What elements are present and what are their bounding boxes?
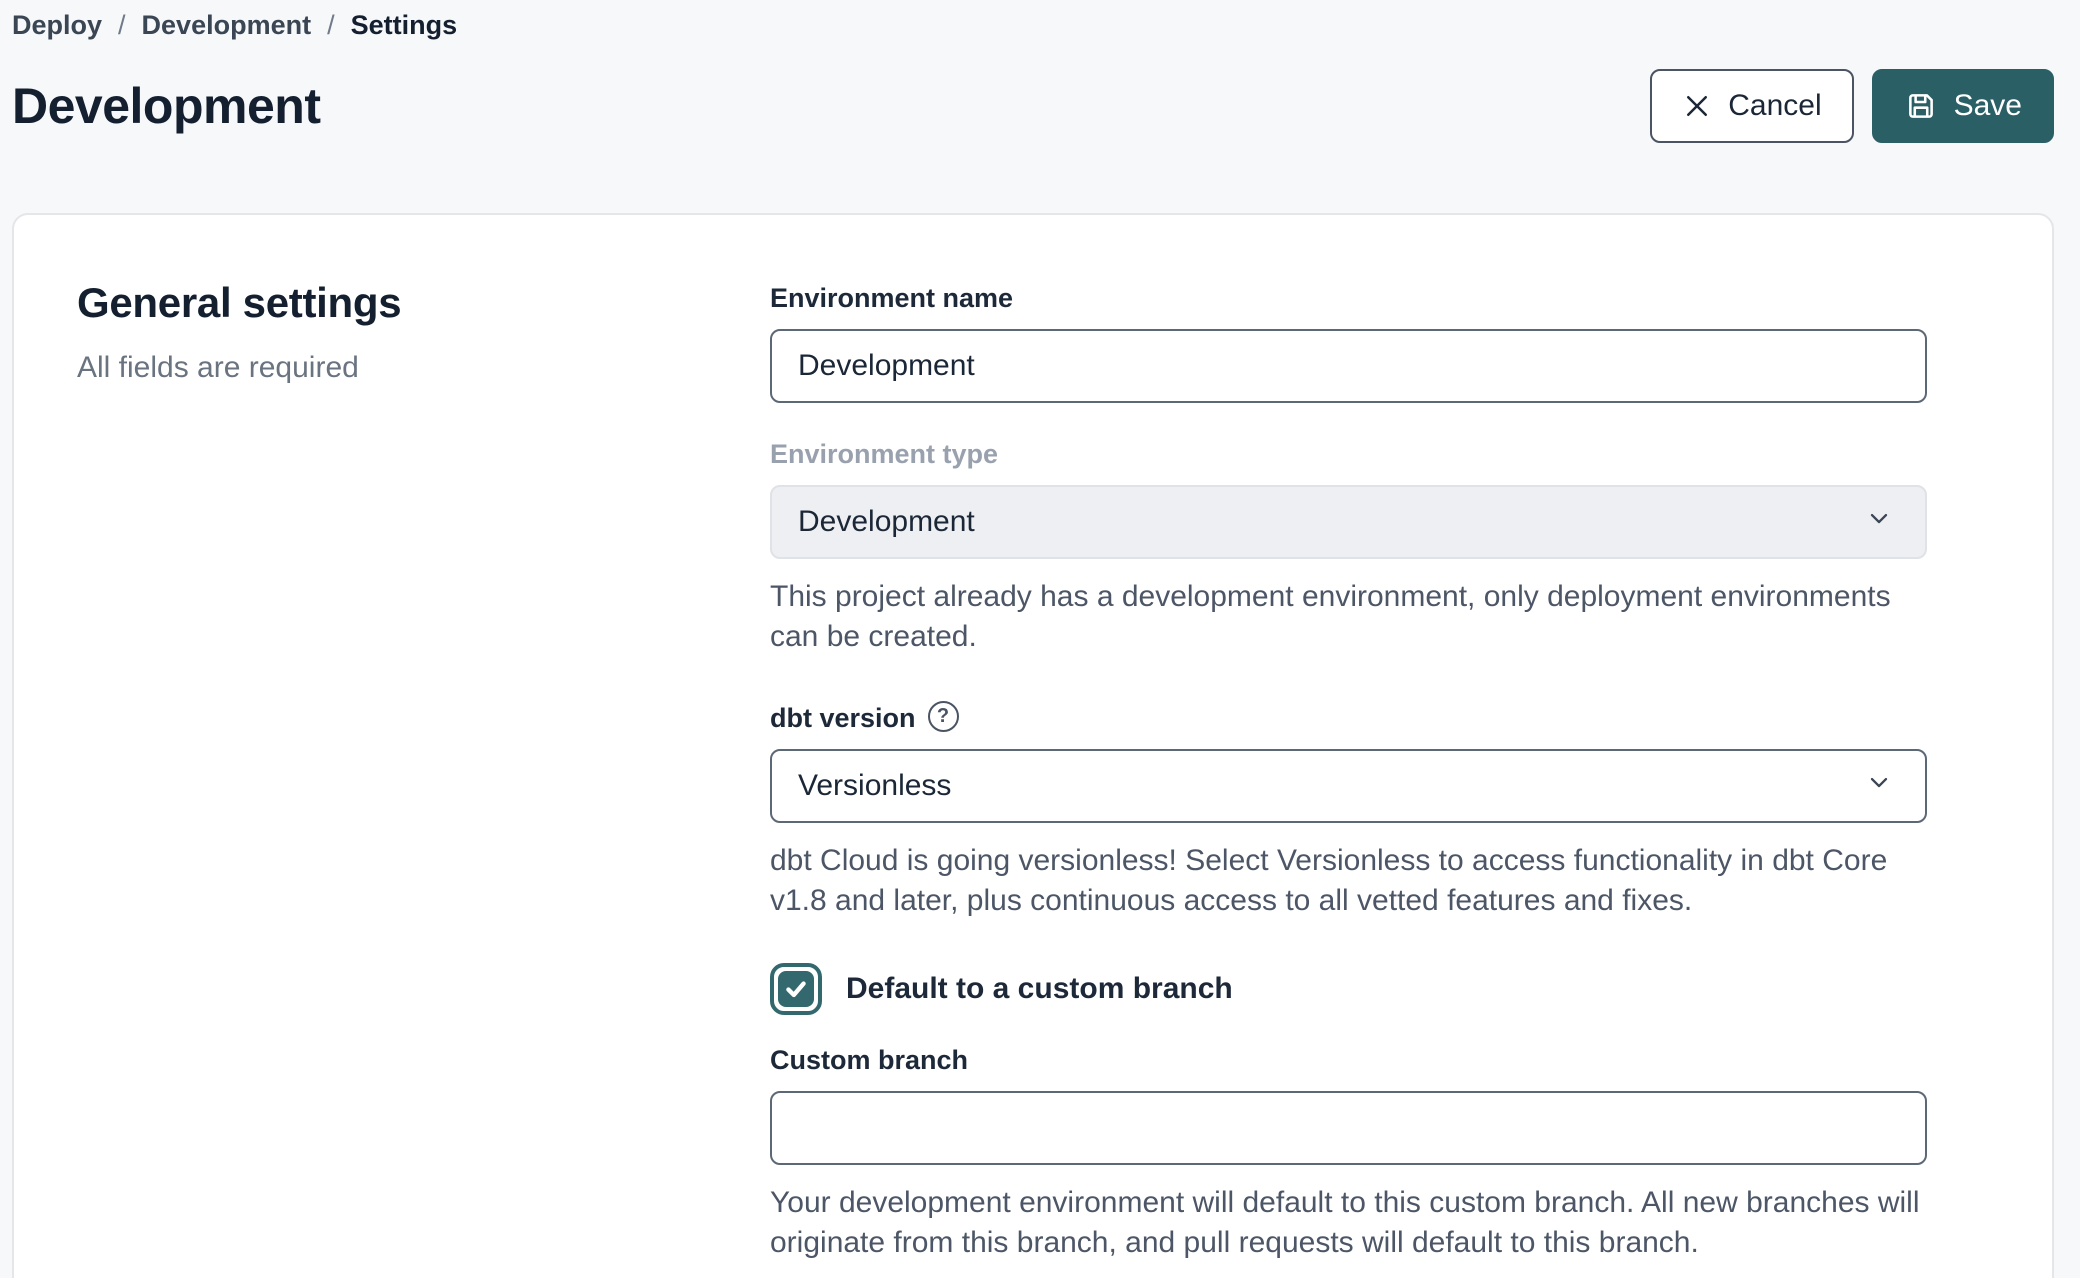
environment-type-helper: This project already has a development e… xyxy=(770,577,1927,657)
cancel-button[interactable]: Cancel xyxy=(1650,69,1853,143)
section-intro: General settings All fields are required xyxy=(77,279,770,1278)
custom-branch-toggle-row: Default to a custom branch xyxy=(770,963,1927,1015)
custom-branch-group: Custom branch Your development environme… xyxy=(770,1045,1927,1263)
dbt-version-select[interactable]: Versionless xyxy=(770,749,1927,823)
environment-name-input[interactable] xyxy=(770,329,1927,403)
section-title: General settings xyxy=(77,279,770,327)
save-button[interactable]: Save xyxy=(1872,69,2054,143)
environment-type-select: Development xyxy=(770,485,1927,559)
chevron-down-icon xyxy=(1865,504,1893,540)
dbt-version-group: dbt version ? Versionless dbt Cloud is g… xyxy=(770,703,1927,921)
check-icon xyxy=(778,971,814,1007)
settings-card: General settings All fields are required… xyxy=(12,213,2054,1278)
breadcrumb: Deploy / Development / Settings xyxy=(12,8,2054,41)
section-subtitle: All fields are required xyxy=(77,351,770,385)
general-settings-form: Environment name Environment type Develo… xyxy=(770,279,1927,1278)
x-icon xyxy=(1682,91,1712,121)
custom-branch-checkbox[interactable] xyxy=(770,963,822,1015)
breadcrumb-item-settings: Settings xyxy=(351,10,458,41)
environment-type-value: Development xyxy=(798,505,975,539)
environment-name-group: Environment name xyxy=(770,283,1927,403)
page: Deploy / Development / Settings Developm… xyxy=(0,0,2080,1278)
dbt-version-label-row: dbt version ? xyxy=(770,703,1927,734)
question-circle-icon[interactable]: ? xyxy=(928,701,959,732)
custom-branch-toggle-label: Default to a custom branch xyxy=(846,972,1233,1006)
dbt-version-helper: dbt Cloud is going versionless! Select V… xyxy=(770,841,1927,921)
cancel-button-label: Cancel xyxy=(1728,89,1821,123)
breadcrumb-item-deploy[interactable]: Deploy xyxy=(12,10,102,41)
custom-branch-helper: Your development environment will defaul… xyxy=(770,1183,1927,1263)
header-actions: Cancel Save xyxy=(1650,69,2054,143)
breadcrumb-item-development[interactable]: Development xyxy=(142,10,312,41)
page-title: Development xyxy=(12,77,320,135)
save-button-label: Save xyxy=(1954,89,2022,123)
dbt-version-value: Versionless xyxy=(798,769,951,803)
environment-type-label: Environment type xyxy=(770,439,1927,470)
custom-branch-input[interactable] xyxy=(770,1091,1927,1165)
floppy-disk-icon xyxy=(1904,89,1938,123)
environment-type-group: Environment type Development This projec… xyxy=(770,439,1927,657)
dbt-version-label: dbt version xyxy=(770,703,916,734)
page-header: Development Cancel Save xyxy=(12,69,2054,143)
breadcrumb-separator: / xyxy=(118,10,126,41)
environment-name-label: Environment name xyxy=(770,283,1927,314)
chevron-down-icon xyxy=(1865,768,1893,804)
custom-branch-label: Custom branch xyxy=(770,1045,1927,1076)
breadcrumb-separator: / xyxy=(327,10,335,41)
